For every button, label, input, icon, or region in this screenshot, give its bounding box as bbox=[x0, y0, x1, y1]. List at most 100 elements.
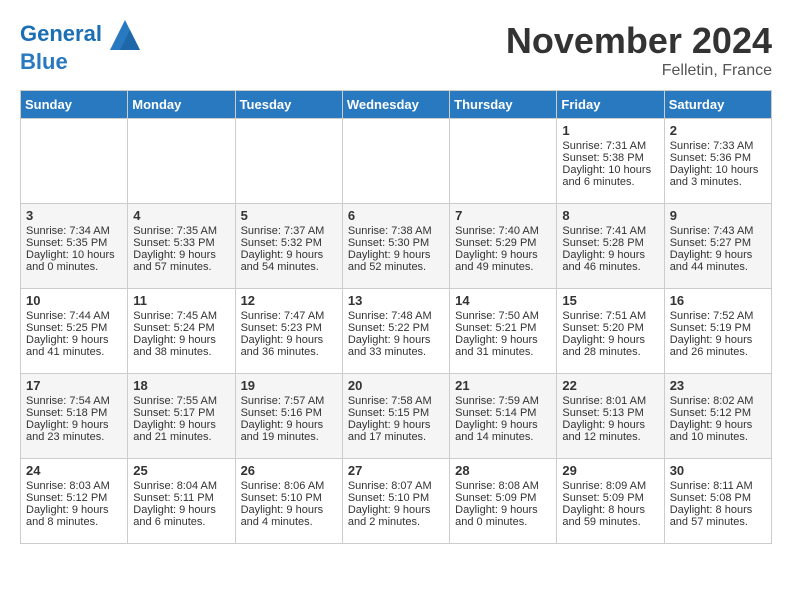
day-info-line: Daylight: 9 hours bbox=[348, 419, 444, 431]
week-row-3: 10Sunrise: 7:44 AMSunset: 5:25 PMDayligh… bbox=[21, 289, 772, 374]
day-info-line: and 41 minutes. bbox=[26, 346, 122, 358]
day-info-line: and 6 minutes. bbox=[133, 516, 229, 528]
day-info-line: Sunrise: 7:59 AM bbox=[455, 395, 551, 407]
day-number: 6 bbox=[348, 208, 444, 223]
day-info-line: Sunrise: 7:47 AM bbox=[241, 310, 337, 322]
day-info-line: Sunrise: 7:54 AM bbox=[26, 395, 122, 407]
day-info-line: and 26 minutes. bbox=[670, 346, 766, 358]
day-number: 29 bbox=[562, 463, 658, 478]
day-info-line: and 36 minutes. bbox=[241, 346, 337, 358]
day-info-line: Daylight: 9 hours bbox=[133, 504, 229, 516]
day-info-line: Daylight: 9 hours bbox=[670, 249, 766, 261]
day-info-line: Sunrise: 7:37 AM bbox=[241, 225, 337, 237]
day-number: 7 bbox=[455, 208, 551, 223]
day-number: 24 bbox=[26, 463, 122, 478]
day-info-line: Sunrise: 8:06 AM bbox=[241, 480, 337, 492]
day-info-line: Daylight: 9 hours bbox=[133, 249, 229, 261]
day-info-line: Sunrise: 7:57 AM bbox=[241, 395, 337, 407]
calendar-cell: 13Sunrise: 7:48 AMSunset: 5:22 PMDayligh… bbox=[342, 289, 449, 374]
day-info-line: and 8 minutes. bbox=[26, 516, 122, 528]
day-info-line: Sunrise: 7:52 AM bbox=[670, 310, 766, 322]
day-number: 17 bbox=[26, 378, 122, 393]
day-info-line: Daylight: 9 hours bbox=[455, 249, 551, 261]
day-number: 20 bbox=[348, 378, 444, 393]
day-info-line: Daylight: 9 hours bbox=[241, 334, 337, 346]
day-number: 16 bbox=[670, 293, 766, 308]
day-info-line: and 2 minutes. bbox=[348, 516, 444, 528]
day-info-line: Sunrise: 7:41 AM bbox=[562, 225, 658, 237]
calendar-cell: 22Sunrise: 8:01 AMSunset: 5:13 PMDayligh… bbox=[557, 374, 664, 459]
day-info-line: Daylight: 9 hours bbox=[562, 419, 658, 431]
weekday-tuesday: Tuesday bbox=[235, 91, 342, 119]
day-number: 10 bbox=[26, 293, 122, 308]
day-info-line: and 49 minutes. bbox=[455, 261, 551, 273]
day-info-line: Sunrise: 7:50 AM bbox=[455, 310, 551, 322]
day-number: 2 bbox=[670, 123, 766, 138]
calendar-cell: 29Sunrise: 8:09 AMSunset: 5:09 PMDayligh… bbox=[557, 459, 664, 544]
day-info-line: and 4 minutes. bbox=[241, 516, 337, 528]
day-info-line: Daylight: 9 hours bbox=[348, 504, 444, 516]
day-number: 30 bbox=[670, 463, 766, 478]
day-info-line: and 0 minutes. bbox=[26, 261, 122, 273]
day-number: 4 bbox=[133, 208, 229, 223]
day-number: 22 bbox=[562, 378, 658, 393]
week-row-5: 24Sunrise: 8:03 AMSunset: 5:12 PMDayligh… bbox=[21, 459, 772, 544]
logo-icon bbox=[110, 20, 140, 50]
day-info-line: Sunset: 5:10 PM bbox=[241, 492, 337, 504]
weekday-wednesday: Wednesday bbox=[342, 91, 449, 119]
day-info-line: Daylight: 9 hours bbox=[241, 419, 337, 431]
calendar-cell: 7 Sunrise: 7:40 AMSunset: 5:29 PMDaylight… bbox=[450, 204, 557, 289]
day-info-line: Sunset: 5:12 PM bbox=[670, 407, 766, 419]
day-info-line: Daylight: 8 hours bbox=[670, 504, 766, 516]
day-info-line: and 17 minutes. bbox=[348, 431, 444, 443]
weekday-monday: Monday bbox=[128, 91, 235, 119]
day-number: 21 bbox=[455, 378, 551, 393]
day-info-line: Sunset: 5:15 PM bbox=[348, 407, 444, 419]
logo-blue-text: Blue bbox=[20, 50, 140, 74]
day-number: 9 bbox=[670, 208, 766, 223]
day-info-line: Sunrise: 7:34 AM bbox=[26, 225, 122, 237]
day-info-line: Daylight: 8 hours bbox=[562, 504, 658, 516]
day-info-line: and 3 minutes. bbox=[670, 176, 766, 188]
calendar-cell: 24Sunrise: 8:03 AMSunset: 5:12 PMDayligh… bbox=[21, 459, 128, 544]
day-info-line: Sunset: 5:12 PM bbox=[26, 492, 122, 504]
day-info-line: Sunset: 5:18 PM bbox=[26, 407, 122, 419]
day-info-line: Daylight: 9 hours bbox=[670, 334, 766, 346]
day-info-line: and 0 minutes. bbox=[455, 516, 551, 528]
logo-text: General bbox=[20, 20, 140, 50]
day-number: 19 bbox=[241, 378, 337, 393]
day-info-line: Sunrise: 7:45 AM bbox=[133, 310, 229, 322]
day-info-line: Sunrise: 7:58 AM bbox=[348, 395, 444, 407]
day-info-line: Sunset: 5:29 PM bbox=[455, 237, 551, 249]
day-number: 23 bbox=[670, 378, 766, 393]
day-info-line: Sunrise: 7:31 AM bbox=[562, 140, 658, 152]
day-info-line: and 59 minutes. bbox=[562, 516, 658, 528]
day-info-line: Sunset: 5:32 PM bbox=[241, 237, 337, 249]
day-info-line: Sunset: 5:16 PM bbox=[241, 407, 337, 419]
day-info-line: Sunrise: 7:40 AM bbox=[455, 225, 551, 237]
calendar-cell bbox=[21, 119, 128, 204]
day-info-line: Sunrise: 8:11 AM bbox=[670, 480, 766, 492]
day-info-line: Sunrise: 8:01 AM bbox=[562, 395, 658, 407]
week-row-4: 17Sunrise: 7:54 AMSunset: 5:18 PMDayligh… bbox=[21, 374, 772, 459]
day-info-line: Sunset: 5:28 PM bbox=[562, 237, 658, 249]
location: Felletin, France bbox=[506, 62, 772, 80]
day-info-line: Sunrise: 7:33 AM bbox=[670, 140, 766, 152]
day-info-line: and 21 minutes. bbox=[133, 431, 229, 443]
day-info-line: Daylight: 9 hours bbox=[348, 249, 444, 261]
day-info-line: Sunset: 5:33 PM bbox=[133, 237, 229, 249]
day-info-line: and 6 minutes. bbox=[562, 176, 658, 188]
day-info-line: Daylight: 9 hours bbox=[133, 419, 229, 431]
day-info-line: and 57 minutes. bbox=[133, 261, 229, 273]
day-info-line: Daylight: 10 hours bbox=[562, 164, 658, 176]
day-info-line: Sunset: 5:10 PM bbox=[348, 492, 444, 504]
day-number: 1 bbox=[562, 123, 658, 138]
day-info-line: Daylight: 10 hours bbox=[26, 249, 122, 261]
day-info-line: Daylight: 9 hours bbox=[26, 419, 122, 431]
title-block: November 2024 Felletin, France bbox=[506, 20, 772, 80]
calendar-cell: 17 Sunrise: 7:54 AMSunset: 5:18 PMDayligh… bbox=[21, 374, 128, 459]
calendar-cell: 19 Sunrise: 7:57 AMSunset: 5:16 PMDayligh… bbox=[235, 374, 342, 459]
day-info-line: Sunrise: 7:55 AM bbox=[133, 395, 229, 407]
day-info-line: Sunset: 5:22 PM bbox=[348, 322, 444, 334]
day-number: 11 bbox=[133, 293, 229, 308]
